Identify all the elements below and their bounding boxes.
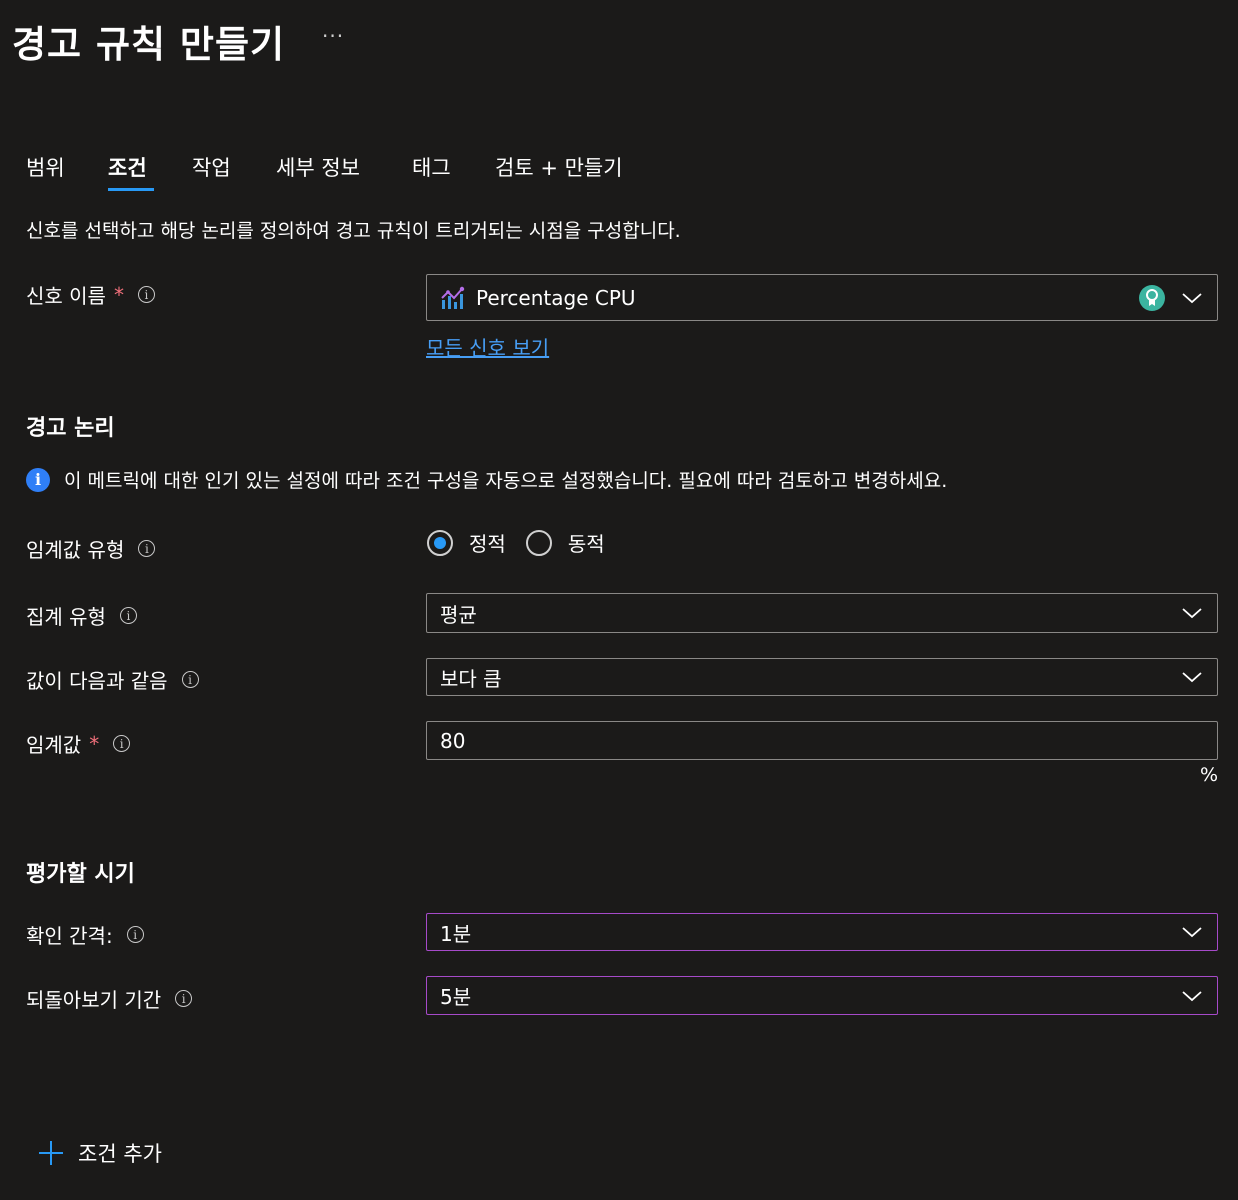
required-mark: * [113,282,124,307]
threshold-label: 임계값 * i [26,729,131,758]
info-icon[interactable]: i [138,540,156,557]
check-frequency-select[interactable]: 1분 [426,913,1218,951]
metric-chart-icon [440,286,466,310]
threshold-type-radio-group: 정적 동적 [427,528,605,557]
check-frequency-label: 확인 간격: i [26,920,144,949]
signal-name-text: 신호 이름 [26,284,106,308]
info-filled-icon: i [26,467,50,492]
add-condition-button[interactable]: 조건 추가 [38,1138,162,1168]
operator-select[interactable]: 보다 큼 [426,658,1218,696]
tab-review-create[interactable]: 검토 + 만들기 [495,152,623,182]
threshold-text: 임계값 [26,733,82,757]
signal-select[interactable]: Percentage CPU [426,274,1218,321]
operator-value: 보다 큼 [440,666,502,691]
tab-scope[interactable]: 범위 [26,152,65,182]
aggregation-type-text: 집계 유형 [26,605,106,629]
threshold-unit: % [1199,764,1218,786]
threshold-type-label: 임계값 유형 i [26,534,156,563]
chevron-down-icon [1182,990,1202,1001]
info-banner: i 이 메트릭에 대한 인기 있는 설정에 따라 조건 구성을 자동으로 설정했… [26,466,947,493]
info-icon[interactable]: i [113,735,131,752]
lookback-period-label: 되돌아보기 기간 i [26,984,193,1013]
info-icon[interactable]: i [126,926,144,943]
aggregation-select[interactable]: 평균 [426,593,1218,633]
chevron-down-icon [1182,927,1202,938]
chevron-down-icon [1182,672,1202,683]
page-description: 신호를 선택하고 해당 논리를 정의하여 경고 규칙이 트리거되는 시점을 구성… [26,220,681,242]
info-icon[interactable]: i [137,286,155,303]
lookback-period-value: 5분 [440,985,472,1009]
recommended-badge-icon [1139,284,1165,311]
threshold-input[interactable]: 80 [426,721,1218,760]
radio-static-label[interactable]: 정적 [469,528,506,557]
tab-condition[interactable]: 조건 [108,152,147,182]
required-mark: * [89,731,100,756]
add-condition-label: 조건 추가 [78,1142,162,1166]
tab-details[interactable]: 세부 정보 [276,152,360,182]
tab-tags[interactable]: 태그 [412,152,451,182]
plus-icon [39,1141,63,1165]
more-options-button[interactable]: ··· [322,24,344,48]
aggregation-type-label: 집계 유형 i [26,601,137,630]
radio-dynamic-label[interactable]: 동적 [568,528,605,557]
lookback-period-text: 되돌아보기 기간 [26,988,162,1012]
check-frequency-value: 1분 [440,921,472,946]
signal-name-label: 신호 이름 * i [26,280,155,309]
chevron-down-icon [1182,608,1202,619]
active-tab-indicator [108,188,154,191]
evaluation-heading: 평가할 시기 [26,862,135,887]
see-all-signals-link[interactable]: 모든 신호 보기 [426,332,549,361]
aggregation-value: 평균 [440,602,477,627]
check-frequency-text: 확인 간격: [26,924,113,948]
page-title: 경고 규칙 만들기 [12,23,286,66]
info-icon[interactable]: i [181,671,199,688]
operator-label: 값이 다음과 같음 i [26,665,199,694]
threshold-type-text: 임계값 유형 [26,538,125,562]
alert-logic-heading: 경고 논리 [26,416,115,441]
threshold-value: 80 [440,728,466,753]
lookback-period-select[interactable]: 5분 [426,976,1218,1015]
info-icon[interactable]: i [175,990,193,1007]
chevron-down-icon [1182,292,1202,303]
info-icon[interactable]: i [119,607,137,624]
tab-actions[interactable]: 작업 [192,152,231,182]
info-banner-text: 이 메트릭에 대한 인기 있는 설정에 따라 조건 구성을 자동으로 설정했습니… [64,470,948,492]
signal-value: Percentage CPU [476,285,636,310]
radio-static[interactable] [427,529,453,556]
operator-text: 값이 다음과 같음 [26,669,168,693]
radio-dynamic[interactable] [525,529,552,556]
radio-selected-dot [434,536,446,549]
